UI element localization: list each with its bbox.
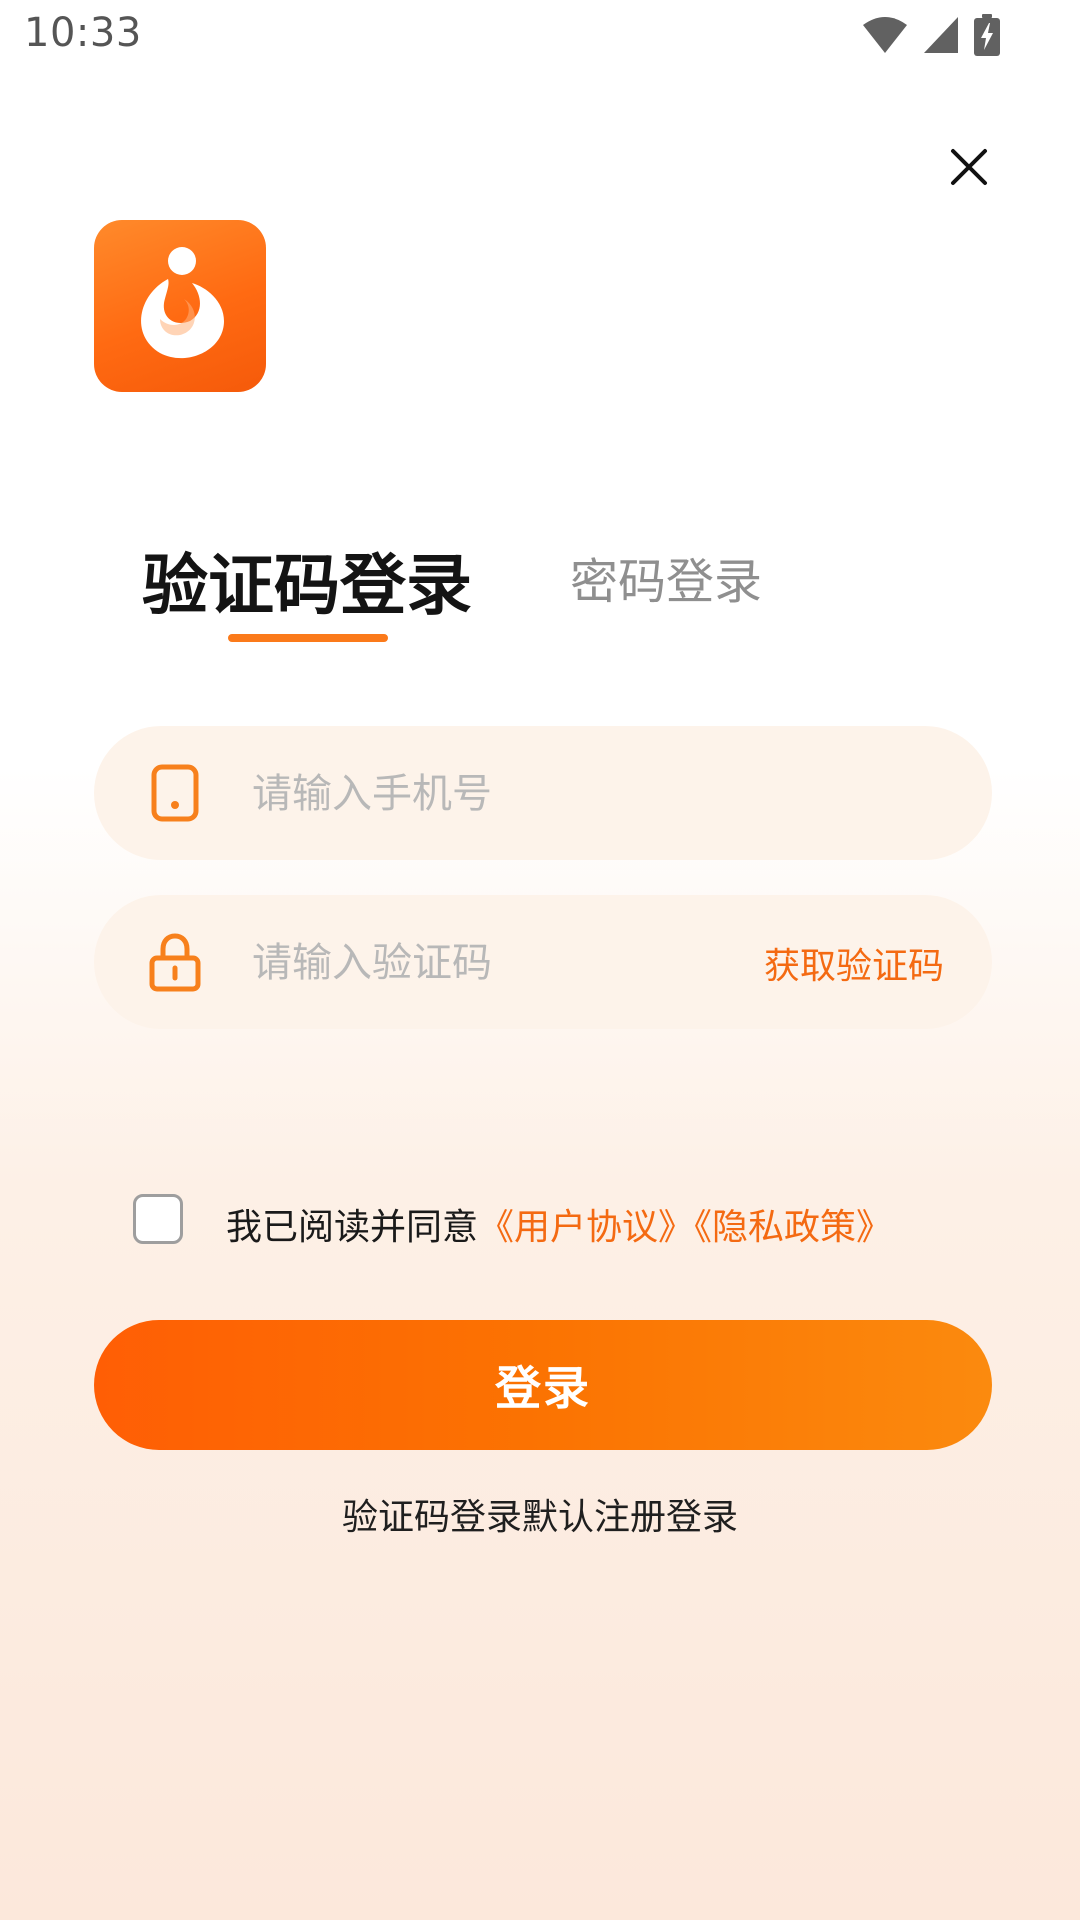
login-button[interactable]: 登录 [94,1320,992,1450]
phone-field [94,726,992,860]
login-note: 验证码登录默认注册登录 [341,1497,738,1538]
app-logo-icon [120,239,240,373]
tab-code-login[interactable]: 验证码登录 [142,532,472,628]
agreement-row: 我已阅读并同意《用户协议》《隐私政策》 [0,1192,1080,1252]
status-icons [862,14,1000,60]
privacy-policy-link[interactable]: 《隐私政策》 [694,1207,892,1248]
login-tabs: 验证码登录 密码登录 [0,520,1080,642]
phone-input[interactable] [250,756,814,832]
close-button[interactable] [944,144,994,194]
user-agreement-link[interactable]: 《用户协议》 [478,1207,694,1248]
signal-icon [922,15,960,59]
agreement-checkbox[interactable] [133,1194,183,1244]
lock-icon [144,931,206,993]
phone-icon [144,762,206,824]
close-icon [949,147,989,191]
code-input[interactable] [250,925,814,1001]
code-field: 获取验证码 [94,895,992,1029]
tab-indicator [228,634,388,642]
agreement-prefix: 我已阅读并同意 [226,1207,479,1248]
agreement-text: 我已阅读并同意《用户协议》《隐私政策》 [226,1198,892,1250]
tab-password-login[interactable]: 密码登录 [570,542,762,612]
status-bar: 10:33 [0,0,1080,72]
wifi-icon [862,15,908,59]
status-time: 10:33 [24,10,142,56]
battery-charging-icon [974,14,1000,60]
app-logo [94,220,266,392]
get-code-button[interactable]: 获取验证码 [764,937,944,989]
